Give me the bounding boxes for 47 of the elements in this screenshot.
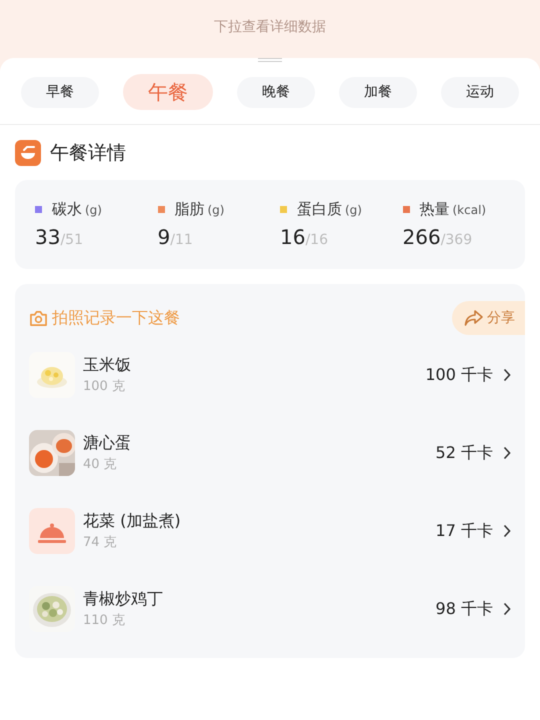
food-calories: 100 千卡 [425,364,493,386]
food-row[interactable]: 花菜 (加盐煮) 74 克 17 千卡 [29,492,525,570]
share-icon [464,309,484,327]
nutrient-target: /11 [170,232,193,248]
food-name: 溏心蛋 [83,433,132,454]
meal-tab[interactable]: 早餐 [21,76,99,108]
chevron-right-icon [503,446,511,460]
food-row[interactable]: 玉米饭 100 克 100 千卡 [29,336,525,414]
meal-tab[interactable]: 运动 [441,76,519,108]
food-name: 花菜 (加盐煮) [83,511,182,532]
food-amount: 74 克 [83,534,118,551]
meal-tab[interactable]: 晚餐 [237,76,315,108]
cloche-icon [29,508,75,554]
chevron-right-icon [503,602,511,616]
nutrient-target: /51 [60,232,83,248]
nutrient-unit: (kcal) [452,202,486,216]
food-amount: 110 克 [83,612,126,629]
food-amount: 40 克 [83,456,118,473]
nutrient-value: 9 [158,225,170,249]
meal-tab[interactable]: 加餐 [339,76,417,108]
nutrient-name: 脂肪 [174,200,204,219]
nutrient-name: 碳水 [52,200,82,219]
nutrient-value: 16 [280,225,306,249]
food-row[interactable]: 青椒炒鸡丁 110 克 98 千卡 [29,570,525,648]
camera-icon [29,310,48,326]
food-calories: 17 千卡 [436,520,493,542]
pull-down-hint: 下拉查看详细数据 [214,18,326,36]
food-name: 玉米饭 [83,355,132,376]
food-name: 青椒炒鸡丁 [83,589,164,610]
chevron-right-icon [503,368,511,382]
chevron-right-icon [503,524,511,538]
food-calories: 52 千卡 [436,442,493,464]
bowl-icon [15,140,41,166]
nutrient-value: 33 [35,225,60,249]
section-title: 午餐详情 [50,141,126,166]
nutrient-name: 热量 [420,200,450,219]
nutrient-target: /369 [440,232,472,248]
nutrient-target: /16 [305,232,328,248]
nutrient-unit: (g) [345,202,362,216]
nutrient-value: 266 [402,225,441,249]
nutrient-name: 蛋白质 [297,200,342,219]
food-row[interactable]: 溏心蛋 40 克 52 千卡 [29,414,525,492]
food-amount: 100 克 [83,378,126,395]
food-calories: 98 千卡 [436,598,493,620]
drag-handle[interactable] [258,58,282,62]
nutrient-unit: (g) [85,202,102,216]
nutrient-unit: (g) [208,202,224,216]
